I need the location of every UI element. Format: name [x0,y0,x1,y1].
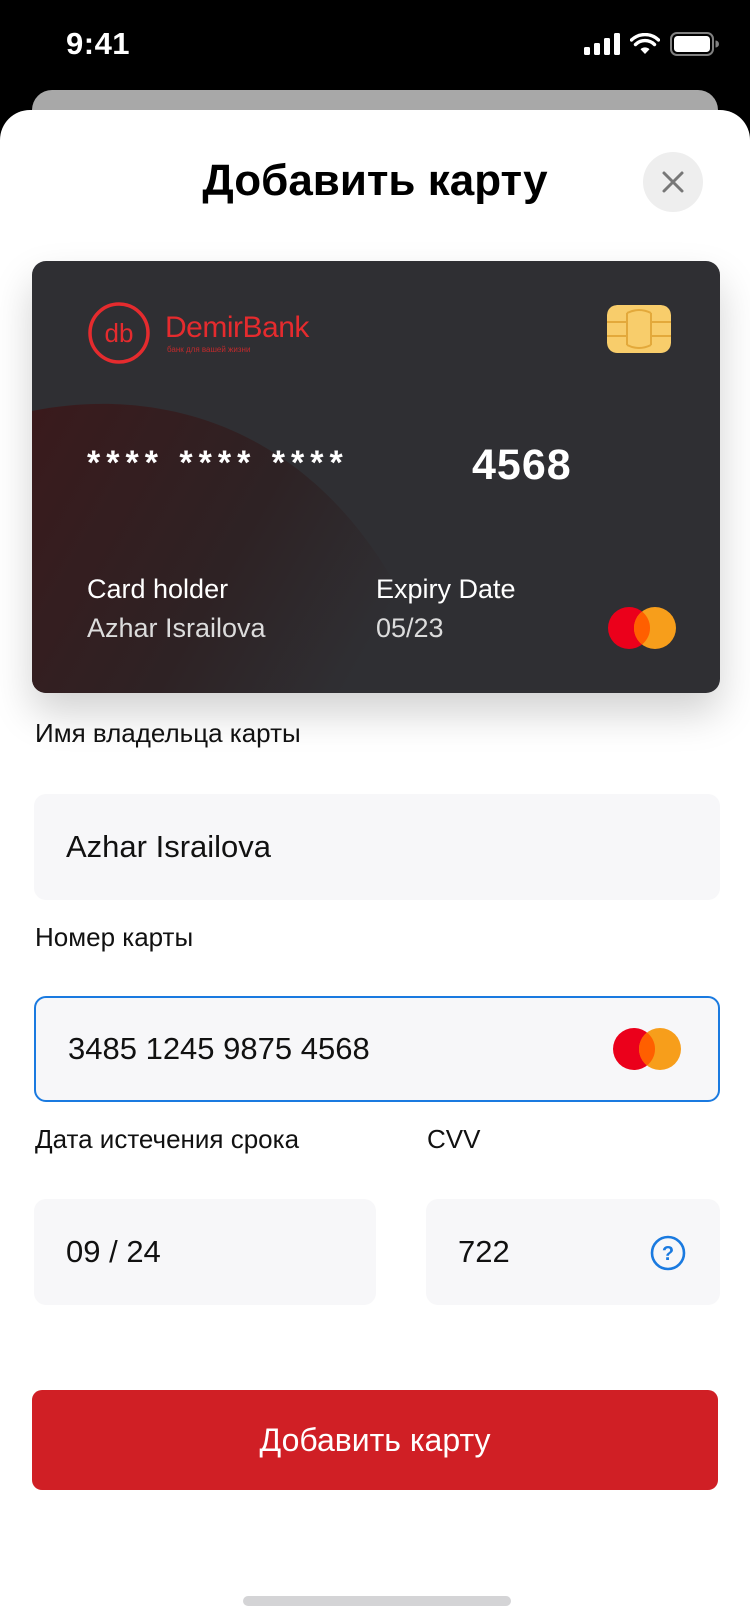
card-expiry-label: Expiry Date [376,574,516,604]
card-holder-value: Azhar Israilova [87,613,266,643]
card-last-four: 4568 [472,441,572,489]
expiry-date-value: 09 / 24 [66,1234,161,1269]
bank-logo-mark: db [88,302,150,364]
sheet-title: Добавить карту [202,156,548,205]
wifi-icon [630,33,660,54]
cvv-help-icon[interactable]: ? [650,1235,686,1271]
cardholder-name-input[interactable]: Azhar Israilova [34,794,720,900]
cvv-field-label: CVV [427,1124,481,1154]
close-icon [662,171,684,193]
card-number-mask: **** **** **** [87,444,349,482]
expiry-date-input[interactable]: 09 / 24 [34,1199,376,1305]
card-number-input[interactable]: 3485 1245 9875 4568 [34,996,720,1102]
bank-name: DemirBank [165,310,309,344]
close-button[interactable] [643,152,703,212]
card-holder-label: Card holder [87,574,229,604]
logo-mark-text: db [105,318,134,348]
cardholder-name-value: Azhar Israilova [66,829,272,864]
cellular-signal-icon [584,33,620,55]
status-time: 9:41 [66,26,131,61]
bank-logo: db DemirBank банк для вашей жизни [87,301,309,365]
status-icons [584,32,720,56]
number-field-label: Номер карты [35,922,194,952]
mastercard-icon [613,1028,681,1070]
card-preview: db DemirBank банк для вашей жизни **** *… [32,261,720,693]
expiry-field-label: Дата истечения срока [35,1124,300,1154]
status-bar: 9:41 [0,0,750,92]
card-expiry-value: 05/23 [376,613,444,643]
cvv-value: 722 [458,1234,510,1269]
bank-tagline: банк для вашей жизни [167,344,251,354]
add-card-button[interactable]: Добавить карту [32,1390,718,1490]
name-field-label: Имя владельца карты [35,718,301,748]
mastercard-icon [608,607,676,649]
home-indicator [243,1596,511,1606]
add-card-sheet: Добавить карту db DemirBank банк для ваш… [0,110,750,1624]
card-number-value: 3485 1245 9875 4568 [68,1031,370,1066]
battery-icon [670,32,719,56]
cvv-input[interactable]: 722 ? [426,1199,720,1305]
svg-text:?: ? [662,1243,674,1265]
card-chip-icon [607,305,671,353]
